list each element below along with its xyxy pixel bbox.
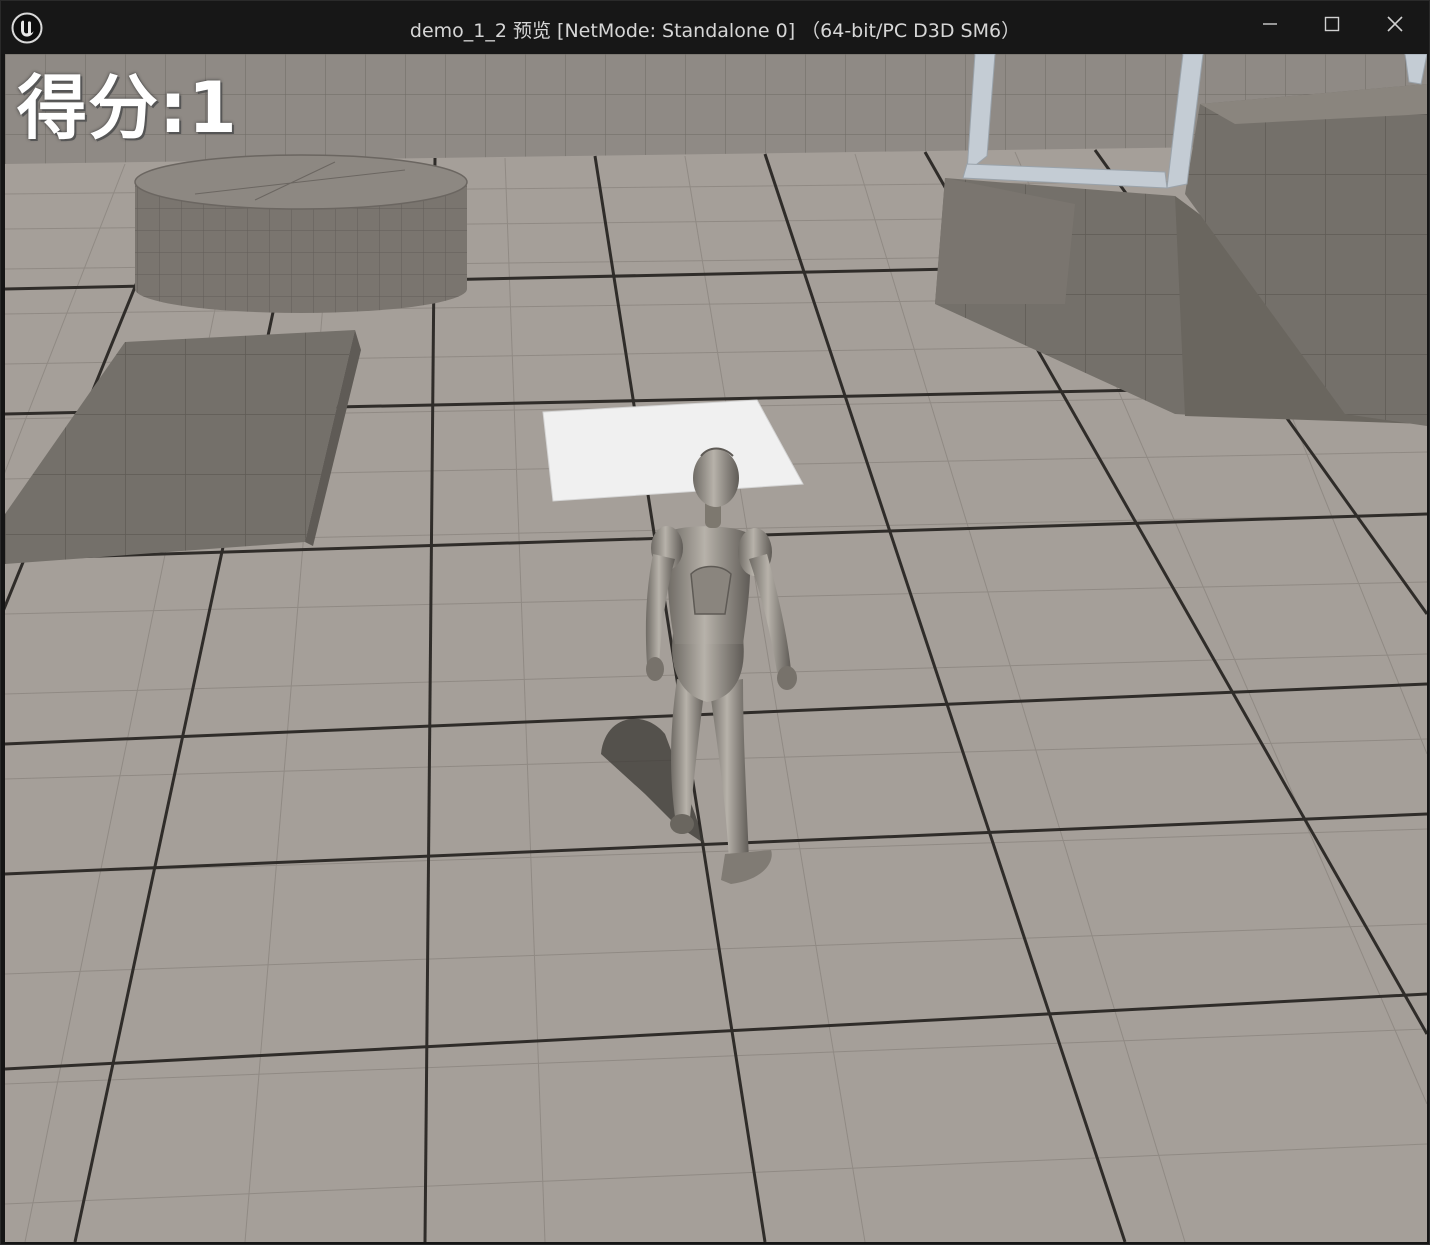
minimize-button[interactable] bbox=[1239, 1, 1301, 47]
close-button[interactable] bbox=[1364, 1, 1426, 47]
maximize-button[interactable] bbox=[1301, 1, 1363, 47]
cylinder-platform bbox=[134, 154, 468, 313]
level-scene bbox=[5, 54, 1427, 1242]
minimize-icon bbox=[1263, 23, 1277, 25]
title-bar[interactable]: demo_1_2 预览 [NetMode: Standalone 0] （64-… bbox=[1, 1, 1429, 54]
game-viewport[interactable]: 得分:1 bbox=[5, 54, 1427, 1242]
pickup-tile bbox=[542, 399, 804, 502]
score-value: 1 bbox=[188, 67, 238, 149]
close-icon bbox=[1387, 16, 1403, 32]
score-label: 得分 bbox=[17, 67, 159, 149]
score-display: 得分:1 bbox=[17, 68, 238, 148]
score-separator: : bbox=[159, 67, 188, 149]
game-window: demo_1_2 预览 [NetMode: Standalone 0] （64-… bbox=[0, 0, 1430, 1245]
maximize-icon bbox=[1324, 16, 1340, 32]
window-title: demo_1_2 预览 [NetMode: Standalone 0] （64-… bbox=[409, 20, 1021, 42]
